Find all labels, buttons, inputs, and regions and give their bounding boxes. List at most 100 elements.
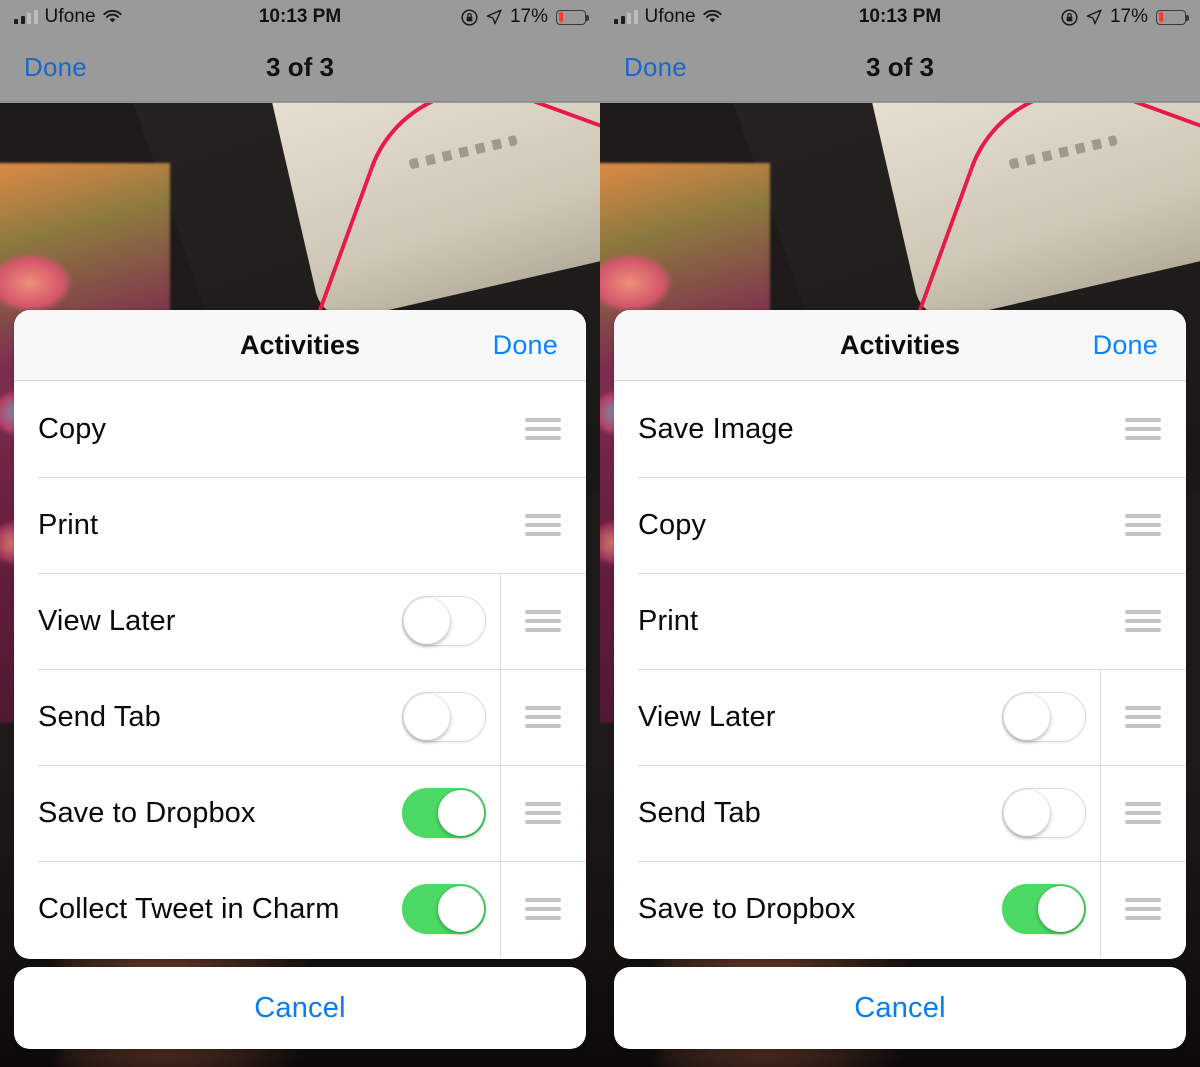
- reorder-handle-cell[interactable]: [1100, 573, 1186, 669]
- status-right-group: 17%: [461, 6, 589, 28]
- reorder-handle-cell[interactable]: [500, 669, 586, 765]
- activity-toggle[interactable]: [402, 692, 486, 742]
- battery-percent-label: 17%: [1109, 6, 1148, 27]
- activity-label: Send Tab: [638, 796, 761, 829]
- reorder-handle-icon[interactable]: [1125, 514, 1161, 536]
- activity-row[interactable]: View Later: [614, 669, 1186, 765]
- activity-toggle[interactable]: [402, 788, 486, 838]
- activity-label: Collect Tweet in Charm: [38, 892, 340, 925]
- activity-label: Print: [38, 508, 99, 541]
- activity-toggle[interactable]: [1002, 788, 1086, 838]
- battery-low-icon: [1156, 9, 1189, 25]
- activity-toggle[interactable]: [1002, 884, 1086, 934]
- status-bar-right: Ufone 10:13 PM 17%: [600, 0, 1200, 34]
- activities-sheet-left: Activities Done Copy Print View Later Send …: [14, 310, 586, 959]
- reorder-handle-icon[interactable]: [1125, 610, 1161, 632]
- signal-bars-icon: [614, 10, 638, 24]
- battery-low-icon: [556, 9, 589, 25]
- reorder-handle-icon[interactable]: [525, 898, 561, 920]
- reorder-handle-cell[interactable]: [1100, 669, 1186, 765]
- activities-list-right: Save Image Copy Print View Later Send Tab Sav…: [614, 381, 1186, 959]
- reorder-handle-cell[interactable]: [500, 381, 586, 477]
- cancel-label: Cancel: [854, 991, 946, 1024]
- signal-bars-icon: [14, 10, 38, 24]
- activity-toggle[interactable]: [1002, 692, 1086, 742]
- status-left-group: Ufone: [614, 6, 722, 28]
- nav-page-indicator: 3 of 3: [266, 52, 334, 82]
- phone-screen-right: Ufone 10:13 PM 17% Done 3 of 3 Activitie…: [600, 0, 1200, 1067]
- status-left-group: Ufone: [14, 6, 122, 28]
- reorder-handle-cell[interactable]: [500, 765, 586, 861]
- cancel-button-right[interactable]: Cancel: [614, 967, 1186, 1049]
- activity-toggle[interactable]: [402, 884, 486, 934]
- nav-done-button[interactable]: Done: [24, 52, 87, 83]
- navigation-bar-right: Done 3 of 3: [600, 34, 1200, 102]
- status-right-group: 17%: [1061, 6, 1189, 28]
- toggle-knob: [438, 886, 484, 932]
- reorder-handle-cell[interactable]: [1100, 861, 1186, 957]
- activity-label: Save Image: [638, 412, 794, 445]
- navigation-bar-left: Done 3 of 3: [0, 34, 600, 102]
- sheet-header-left: Activities Done: [14, 310, 586, 381]
- toggle-knob: [404, 598, 450, 644]
- activities-list-left: Copy Print View Later Send Tab Save to Dropb…: [14, 381, 586, 959]
- activity-row[interactable]: Send Tab: [14, 669, 586, 765]
- activity-row[interactable]: Save Image: [614, 381, 1186, 477]
- activity-row[interactable]: Save to Dropbox: [614, 861, 1186, 957]
- activity-row[interactable]: Print: [14, 477, 586, 573]
- reorder-handle-cell[interactable]: [500, 477, 586, 573]
- activity-row[interactable]: Copy: [14, 381, 586, 477]
- sheet-done-button[interactable]: Done: [1093, 330, 1158, 361]
- reorder-handle-icon[interactable]: [525, 418, 561, 440]
- activity-row[interactable]: Send Tab: [614, 765, 1186, 861]
- reorder-handle-cell[interactable]: [1100, 381, 1186, 477]
- location-arrow-icon: [1086, 9, 1102, 25]
- cancel-button-left[interactable]: Cancel: [14, 967, 586, 1049]
- reorder-handle-icon[interactable]: [525, 514, 561, 536]
- rotation-lock-icon: [1061, 8, 1078, 26]
- reorder-handle-cell[interactable]: [1100, 477, 1186, 573]
- toggle-knob: [1004, 790, 1050, 836]
- rotation-lock-icon: [461, 8, 478, 26]
- activity-row[interactable]: Collect Tweet in Charm: [14, 861, 586, 957]
- reorder-handle-cell[interactable]: [500, 861, 586, 957]
- reorder-handle-icon[interactable]: [1125, 898, 1161, 920]
- activity-label: View Later: [38, 604, 176, 637]
- activities-sheet-right: Activities Done Save Image Copy Print View …: [614, 310, 1186, 959]
- sheet-done-button[interactable]: Done: [493, 330, 558, 361]
- activity-row[interactable]: Copy: [614, 477, 1186, 573]
- activity-row[interactable]: Print: [614, 573, 1186, 669]
- reorder-handle-icon[interactable]: [525, 610, 561, 632]
- toggle-knob: [404, 694, 450, 740]
- reorder-handle-cell[interactable]: [500, 573, 586, 669]
- screenshot-pair: Ufone 10:13 PM 17% Done 3 of 3 Activitie…: [0, 0, 1200, 1067]
- activity-label: Print: [638, 604, 699, 637]
- toggle-knob: [1004, 694, 1050, 740]
- cancel-label: Cancel: [254, 991, 346, 1024]
- reorder-handle-cell[interactable]: [1100, 765, 1186, 861]
- carrier-label: Ufone: [44, 6, 96, 27]
- reorder-handle-icon[interactable]: [1125, 706, 1161, 728]
- reorder-handle-icon[interactable]: [525, 802, 561, 824]
- reorder-handle-icon[interactable]: [1125, 418, 1161, 440]
- nav-done-button[interactable]: Done: [624, 52, 687, 83]
- wifi-icon: [103, 10, 122, 24]
- activity-row[interactable]: Save to Dropbox: [14, 765, 586, 861]
- activity-label: Save to Dropbox: [638, 892, 856, 925]
- status-bar-left: Ufone 10:13 PM 17%: [0, 0, 600, 34]
- nav-page-indicator: 3 of 3: [866, 52, 934, 82]
- location-arrow-icon: [486, 9, 502, 25]
- activity-label: Send Tab: [38, 700, 161, 733]
- toggle-knob: [1038, 886, 1084, 932]
- activity-label: Copy: [638, 508, 707, 541]
- toggle-knob: [438, 790, 484, 836]
- activity-row[interactable]: View Later: [14, 573, 586, 669]
- activity-label: View Later: [638, 700, 776, 733]
- activity-label: Copy: [38, 412, 107, 445]
- reorder-handle-icon[interactable]: [525, 706, 561, 728]
- reorder-handle-icon[interactable]: [1125, 802, 1161, 824]
- phone-screen-left: Ufone 10:13 PM 17% Done 3 of 3 Activitie…: [0, 0, 600, 1067]
- sheet-header-right: Activities Done: [614, 310, 1186, 381]
- activity-toggle[interactable]: [402, 596, 486, 646]
- activity-label: Save to Dropbox: [38, 796, 256, 829]
